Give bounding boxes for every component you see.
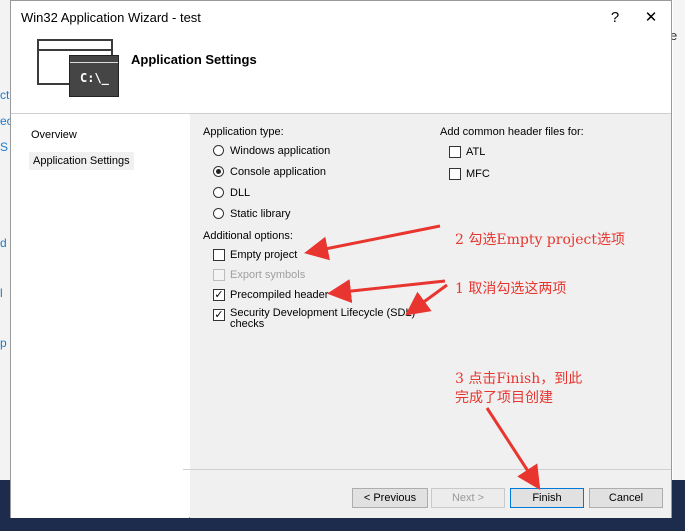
finish-button[interactable]: Finish <box>510 488 584 508</box>
checkbox-checked[interactable]: ✓ <box>213 309 225 321</box>
checkbox[interactable] <box>449 146 461 158</box>
radio-console-application[interactable]: Console application <box>213 165 413 181</box>
app-type-label: Application type: <box>203 126 284 138</box>
checkbox-sdl-checks[interactable]: ✓ Security Development Lifecycle (SDL) c… <box>213 308 443 336</box>
radio-label: DLL <box>230 187 251 199</box>
header-files-label: Add common header files for: <box>440 126 584 138</box>
checkbox-label-line2: checks <box>230 318 265 330</box>
page-title: Application Settings <box>131 52 257 67</box>
console-icon-text: C:\_ <box>80 71 109 85</box>
previous-button[interactable]: < Previous <box>352 488 428 508</box>
checkbox-checked[interactable]: ✓ <box>213 289 225 301</box>
radio-static-library[interactable]: Static library <box>213 207 413 223</box>
checkbox-export-symbols: Export symbols <box>213 268 413 284</box>
radio-label: Console application <box>230 166 327 178</box>
radio-windows-application[interactable]: Windows application <box>213 144 413 160</box>
checkbox-precompiled-header[interactable]: ✓ Precompiled header <box>213 288 413 304</box>
checkbox-label: Precompiled header <box>230 289 329 301</box>
title-bar[interactable]: Win32 Application Wizard - test ? ✕ <box>11 1 671 33</box>
checkbox-label: Export symbols <box>230 269 306 281</box>
checkbox-label: MFC <box>466 168 490 180</box>
wizard-dialog: Win32 Application Wizard - test ? ✕ C:\_… <box>10 0 672 518</box>
console-icon: C:\_ <box>69 55 119 97</box>
background-text: ct <box>0 88 10 102</box>
checkbox-label: Security Development Lifecycle (SDL) che… <box>230 308 415 330</box>
checkbox-disabled <box>213 269 225 281</box>
annotation-step-1: 1 取消勾选这两项 <box>455 281 567 297</box>
radio-dll[interactable]: DLL <box>213 186 413 202</box>
radio-button[interactable] <box>213 208 224 219</box>
checkbox[interactable] <box>213 249 225 261</box>
background-text: S <box>0 140 9 154</box>
annotation-step-2: 2 勾选Empty project选项 <box>455 232 625 248</box>
checkbox[interactable] <box>449 168 461 180</box>
radio-label: Windows application <box>230 145 331 157</box>
settings-panel: Application type: Windows application Co… <box>190 114 671 518</box>
cancel-button[interactable]: Cancel <box>589 488 663 508</box>
next-button: Next > <box>431 488 505 508</box>
footer-divider <box>183 469 671 470</box>
checkbox-label: ATL <box>466 146 486 158</box>
annotation-step-3-line2: 完成了项目创建 <box>455 390 553 406</box>
help-button[interactable]: ? <box>603 7 627 29</box>
close-button[interactable]: ✕ <box>639 7 663 29</box>
checkbox-label: Empty project <box>230 249 298 261</box>
background-text: d <box>0 236 7 250</box>
wizard-header: C:\_ Application Settings <box>11 33 671 114</box>
checkbox-atl[interactable]: ATL <box>449 145 569 161</box>
background-text: p <box>0 336 7 350</box>
console-icon-bar <box>70 56 118 63</box>
radio-button[interactable] <box>213 187 224 198</box>
radio-button[interactable] <box>213 145 224 156</box>
radio-button-selected[interactable] <box>213 166 224 177</box>
wizard-sidebar: Overview Application Settings <box>11 114 189 518</box>
sidebar-item-overview[interactable]: Overview <box>31 126 201 144</box>
sidebar-item-application-settings[interactable]: Application Settings <box>29 152 134 170</box>
window-icon-bar <box>39 41 111 51</box>
additional-options-label: Additional options: <box>203 230 293 242</box>
checkbox-empty-project[interactable]: Empty project <box>213 248 413 264</box>
background-text: l <box>0 286 3 300</box>
annotation-step-3-line1: 3 点击Finish，到此 <box>455 371 583 387</box>
radio-label: Static library <box>230 208 291 220</box>
background-window-right <box>673 0 685 531</box>
window-title: Win32 Application Wizard - test <box>21 10 201 25</box>
checkbox-mfc[interactable]: MFC <box>449 167 569 183</box>
